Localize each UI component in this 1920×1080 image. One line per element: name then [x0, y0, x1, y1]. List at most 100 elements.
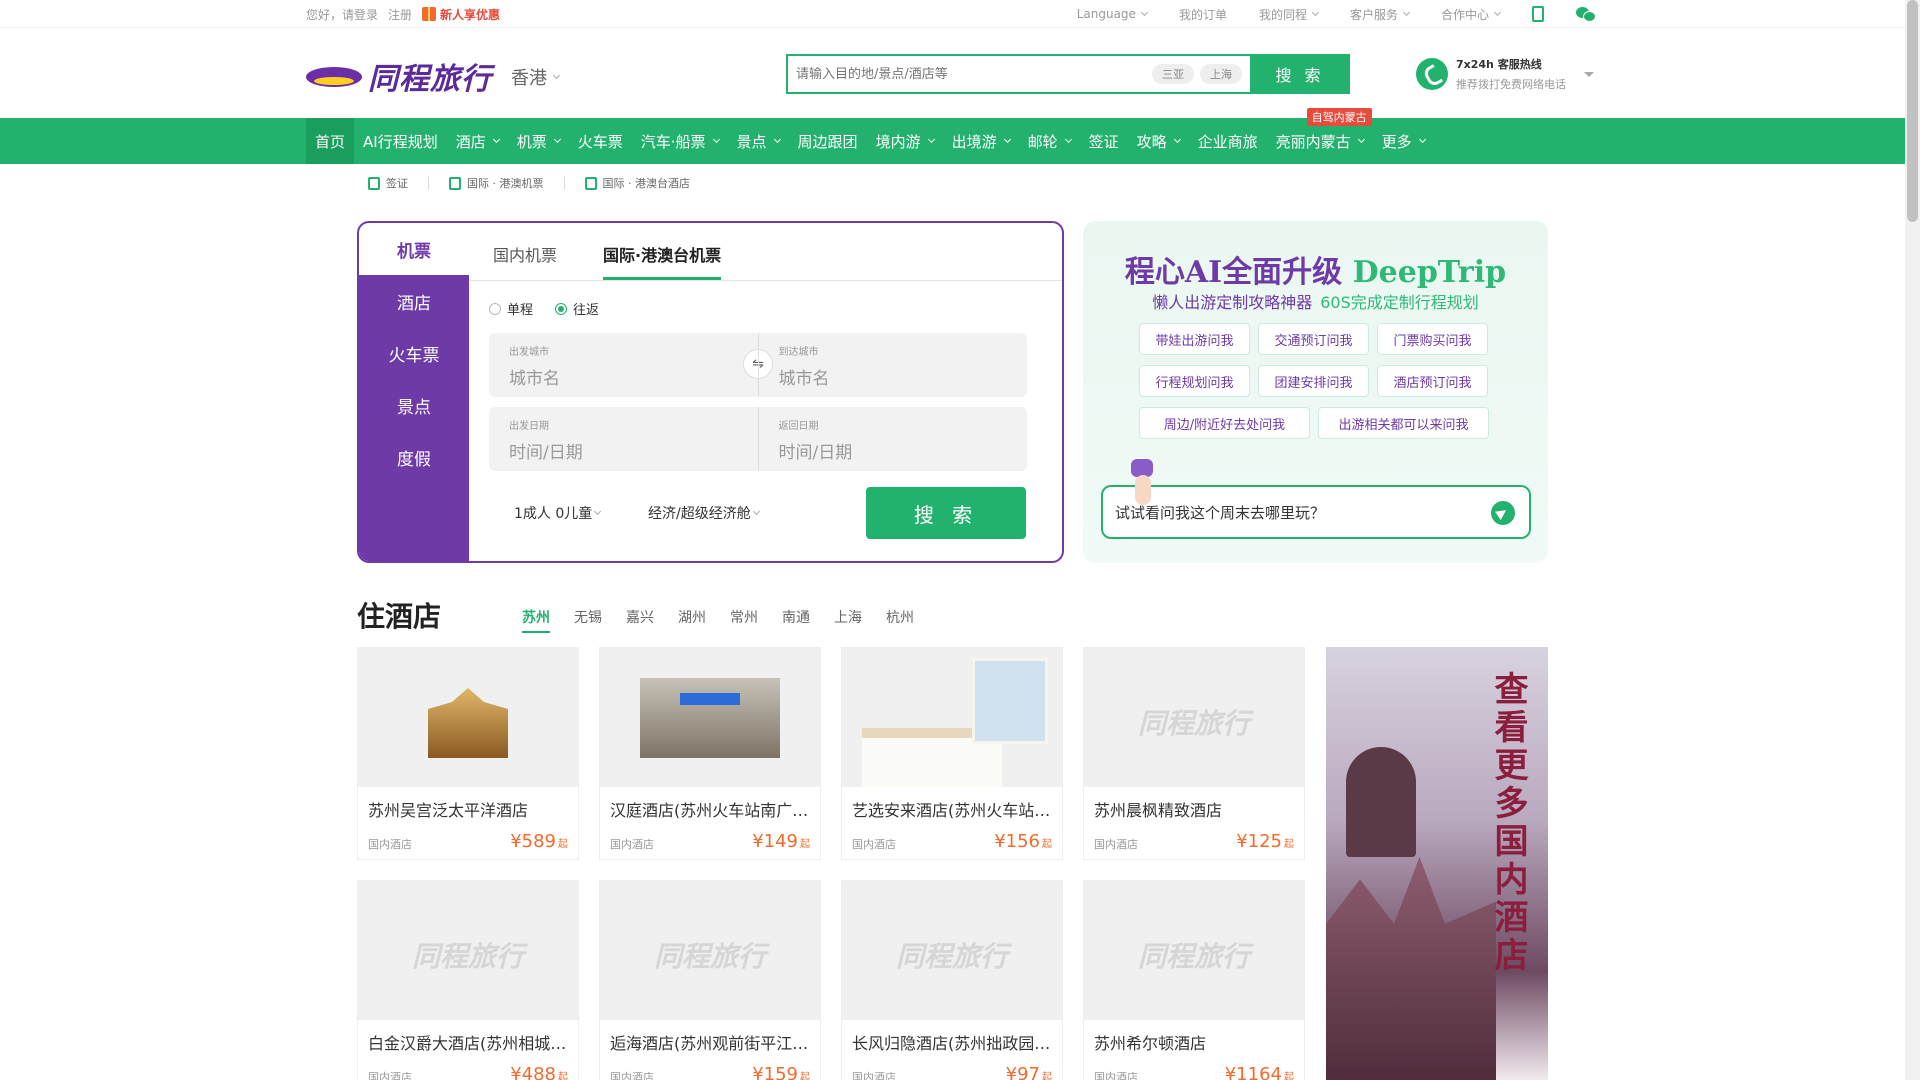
- ai-chip[interactable]: 带娃出游问我: [1139, 323, 1250, 355]
- field-placeholder: 时间/日期: [509, 443, 583, 463]
- quick-link-visa[interactable]: 签证: [368, 175, 408, 191]
- nav-item-guides[interactable]: 攻略: [1128, 118, 1189, 164]
- nav-item-visa[interactable]: 签证: [1080, 118, 1128, 164]
- side-tab-flight[interactable]: 机票: [359, 223, 469, 275]
- hotel-card[interactable]: 汉庭酒店(苏州火车站南广场店) 国内酒店 ¥149 起: [599, 647, 821, 860]
- quick-link-intl-hotels[interactable]: 国际 · 港澳台酒店: [584, 175, 690, 191]
- nav-label: 酒店: [455, 132, 486, 151]
- to-city-field[interactable]: 到达城市 城市名: [757, 333, 1028, 397]
- hotel-card[interactable]: 长风归隐酒店(苏州拙政园店) 国内酒店 ¥97起: [841, 880, 1063, 1080]
- send-icon[interactable]: [1491, 501, 1515, 525]
- hotel-name: 白金汉爵大酒店(苏州相城店): [368, 1034, 573, 1053]
- language-menu[interactable]: Language: [1077, 7, 1148, 21]
- ai-chip[interactable]: 周边/附近好去处问我: [1139, 407, 1310, 439]
- tab-intl-flights[interactable]: 国际·港澳台机票: [603, 242, 722, 280]
- city-tab[interactable]: 南通: [782, 607, 810, 633]
- ai-chip[interactable]: 交通预订问我: [1258, 323, 1369, 355]
- ai-chip[interactable]: 酒店预订问我: [1377, 365, 1488, 397]
- hot-tag[interactable]: 上海: [1200, 64, 1242, 84]
- hot-tag[interactable]: 三亚: [1152, 64, 1194, 84]
- more-hotels-banner[interactable]: 查看更多国内酒店: [1326, 647, 1548, 1080]
- hotel-type: 国内酒店: [852, 1071, 896, 1080]
- nav-item-more[interactable]: 更多: [1373, 118, 1434, 164]
- hotel-card[interactable]: 苏州晨枫精致酒店 国内酒店 ¥125起: [1083, 647, 1305, 860]
- radio-round-trip[interactable]: 往返: [555, 299, 599, 318]
- hotel-type: 国内酒店: [610, 1071, 654, 1080]
- nav-label: 汽车·船票: [640, 132, 706, 151]
- return-date-field[interactable]: 返回日期 时间/日期: [757, 407, 1028, 471]
- scrollbar[interactable]: [1905, 0, 1920, 1080]
- hotel-card[interactable]: 苏州希尔顿酒店 国内酒店 ¥1164起: [1083, 880, 1305, 1080]
- radio-one-way[interactable]: 单程: [489, 299, 533, 318]
- mobile-phone-icon: [1532, 6, 1544, 22]
- nav-item-business[interactable]: 企业商旅: [1189, 118, 1267, 164]
- hotline-title: 7x24h 客服热线: [1456, 58, 1542, 71]
- nav-item-ai-planner[interactable]: AI行程规划: [354, 118, 447, 164]
- partner-center-menu[interactable]: 合作中心: [1441, 6, 1502, 23]
- ai-chip[interactable]: 行程规划问我: [1139, 365, 1250, 397]
- nav-item-attractions[interactable]: 景点: [728, 118, 789, 164]
- city-tab[interactable]: 杭州: [886, 607, 914, 633]
- wechat-link[interactable]: [1576, 7, 1596, 22]
- cabin-selector[interactable]: 经济/超级经济舱: [648, 503, 760, 523]
- city-tab[interactable]: 无锡: [574, 607, 602, 633]
- nav-item-home[interactable]: 首页: [306, 118, 355, 164]
- hotel-card[interactable]: 逅海酒店(苏州观前街平江路店) 国内酒店 ¥159起: [599, 880, 821, 1080]
- price-suffix: 起: [1284, 839, 1294, 850]
- hotel-price: ¥156 起: [994, 831, 1052, 852]
- login-link[interactable]: 您好，请登录: [306, 6, 378, 23]
- my-trips-menu[interactable]: 我的同程: [1259, 6, 1320, 23]
- tab-domestic-flights[interactable]: 国内机票: [493, 242, 557, 280]
- hotel-card[interactable]: 苏州吴宫泛太平洋酒店 国内酒店 ¥589 起: [357, 647, 579, 860]
- hotline[interactable]: 7x24h 客服热线 推荐拨打免费网络电话: [1416, 56, 1594, 92]
- scrollbar-thumb[interactable]: [1907, 0, 1918, 222]
- city-selector[interactable]: 香港: [511, 64, 561, 90]
- nav-label: 景点: [736, 132, 767, 151]
- logo[interactable]: 同程旅行: [306, 54, 492, 98]
- hotel-card[interactable]: 艺选安来酒店(苏州火车站店) 国内酒店 ¥156 起: [841, 647, 1063, 860]
- passenger-selector[interactable]: 1成人 0儿童: [514, 503, 602, 523]
- side-tab-vacation[interactable]: 度假: [359, 431, 469, 483]
- city-tab[interactable]: 常州: [730, 607, 758, 633]
- ai-ask-input[interactable]: 试试看问我这个周末去哪里玩？: [1101, 485, 1531, 539]
- radio-icon: [489, 302, 501, 315]
- search-button[interactable]: 搜 索: [1250, 54, 1350, 94]
- nav-label: 首页: [315, 132, 346, 151]
- mobile-app-link[interactable]: [1532, 6, 1544, 22]
- city-tab[interactable]: 苏州: [522, 607, 550, 633]
- from-city-field[interactable]: 出发城市 城市名 ⇋: [489, 333, 773, 397]
- ai-chip[interactable]: 门票购买问我: [1377, 323, 1488, 355]
- quick-link-intl-flights[interactable]: 国际 · 港澳机票: [449, 175, 544, 191]
- flight-search-button[interactable]: 搜 索: [866, 487, 1026, 539]
- city-tab[interactable]: 湖州: [678, 607, 706, 633]
- nav-item-domestic-travel[interactable]: 境内游: [867, 118, 943, 164]
- side-tab-hotel[interactable]: 酒店: [359, 275, 469, 327]
- promo-label: 新人享优惠: [440, 7, 501, 22]
- hotel-card[interactable]: 白金汉爵大酒店(苏州相城店) 国内酒店 ¥488起: [357, 880, 579, 1080]
- side-tab-attractions[interactable]: 景点: [359, 379, 469, 431]
- register-link[interactable]: 注册: [388, 6, 412, 23]
- depart-date-field[interactable]: 出发日期 时间/日期: [489, 407, 758, 471]
- nav-item-cruise[interactable]: 邮轮: [1019, 118, 1080, 164]
- my-orders-link[interactable]: 我的订单: [1179, 6, 1227, 23]
- nav-label: 机票: [516, 132, 547, 151]
- nav-item-nearby-tours[interactable]: 周边跟团: [789, 118, 867, 164]
- city-tab[interactable]: 嘉兴: [626, 607, 654, 633]
- chevron-down-icon: [1140, 8, 1148, 16]
- nav-item-hotel[interactable]: 酒店: [447, 118, 508, 164]
- side-tab-train[interactable]: 火车票: [359, 327, 469, 379]
- ai-chip[interactable]: 出游相关都可以来问我: [1318, 407, 1489, 439]
- customer-service-menu[interactable]: 客户服务: [1350, 6, 1411, 23]
- nav-label: AI行程规划: [363, 132, 438, 151]
- nav-item-inner-mongolia[interactable]: 自驾内蒙古 亮丽内蒙古: [1267, 108, 1373, 164]
- nav-item-bus-ferry[interactable]: 汽车·船票: [632, 118, 728, 164]
- ai-chip[interactable]: 团建安排问我: [1258, 365, 1369, 397]
- nav-item-flight[interactable]: 机票: [508, 118, 569, 164]
- field-label: 到达城市: [778, 347, 819, 358]
- new-user-promo[interactable]: 新人享优惠: [422, 6, 500, 23]
- city-tab[interactable]: 上海: [834, 607, 862, 633]
- search-input[interactable]: [796, 66, 1146, 82]
- nav-item-train[interactable]: 火车票: [569, 118, 632, 164]
- hotel-type: 国内酒店: [852, 838, 896, 851]
- nav-item-outbound-travel[interactable]: 出境游: [943, 118, 1019, 164]
